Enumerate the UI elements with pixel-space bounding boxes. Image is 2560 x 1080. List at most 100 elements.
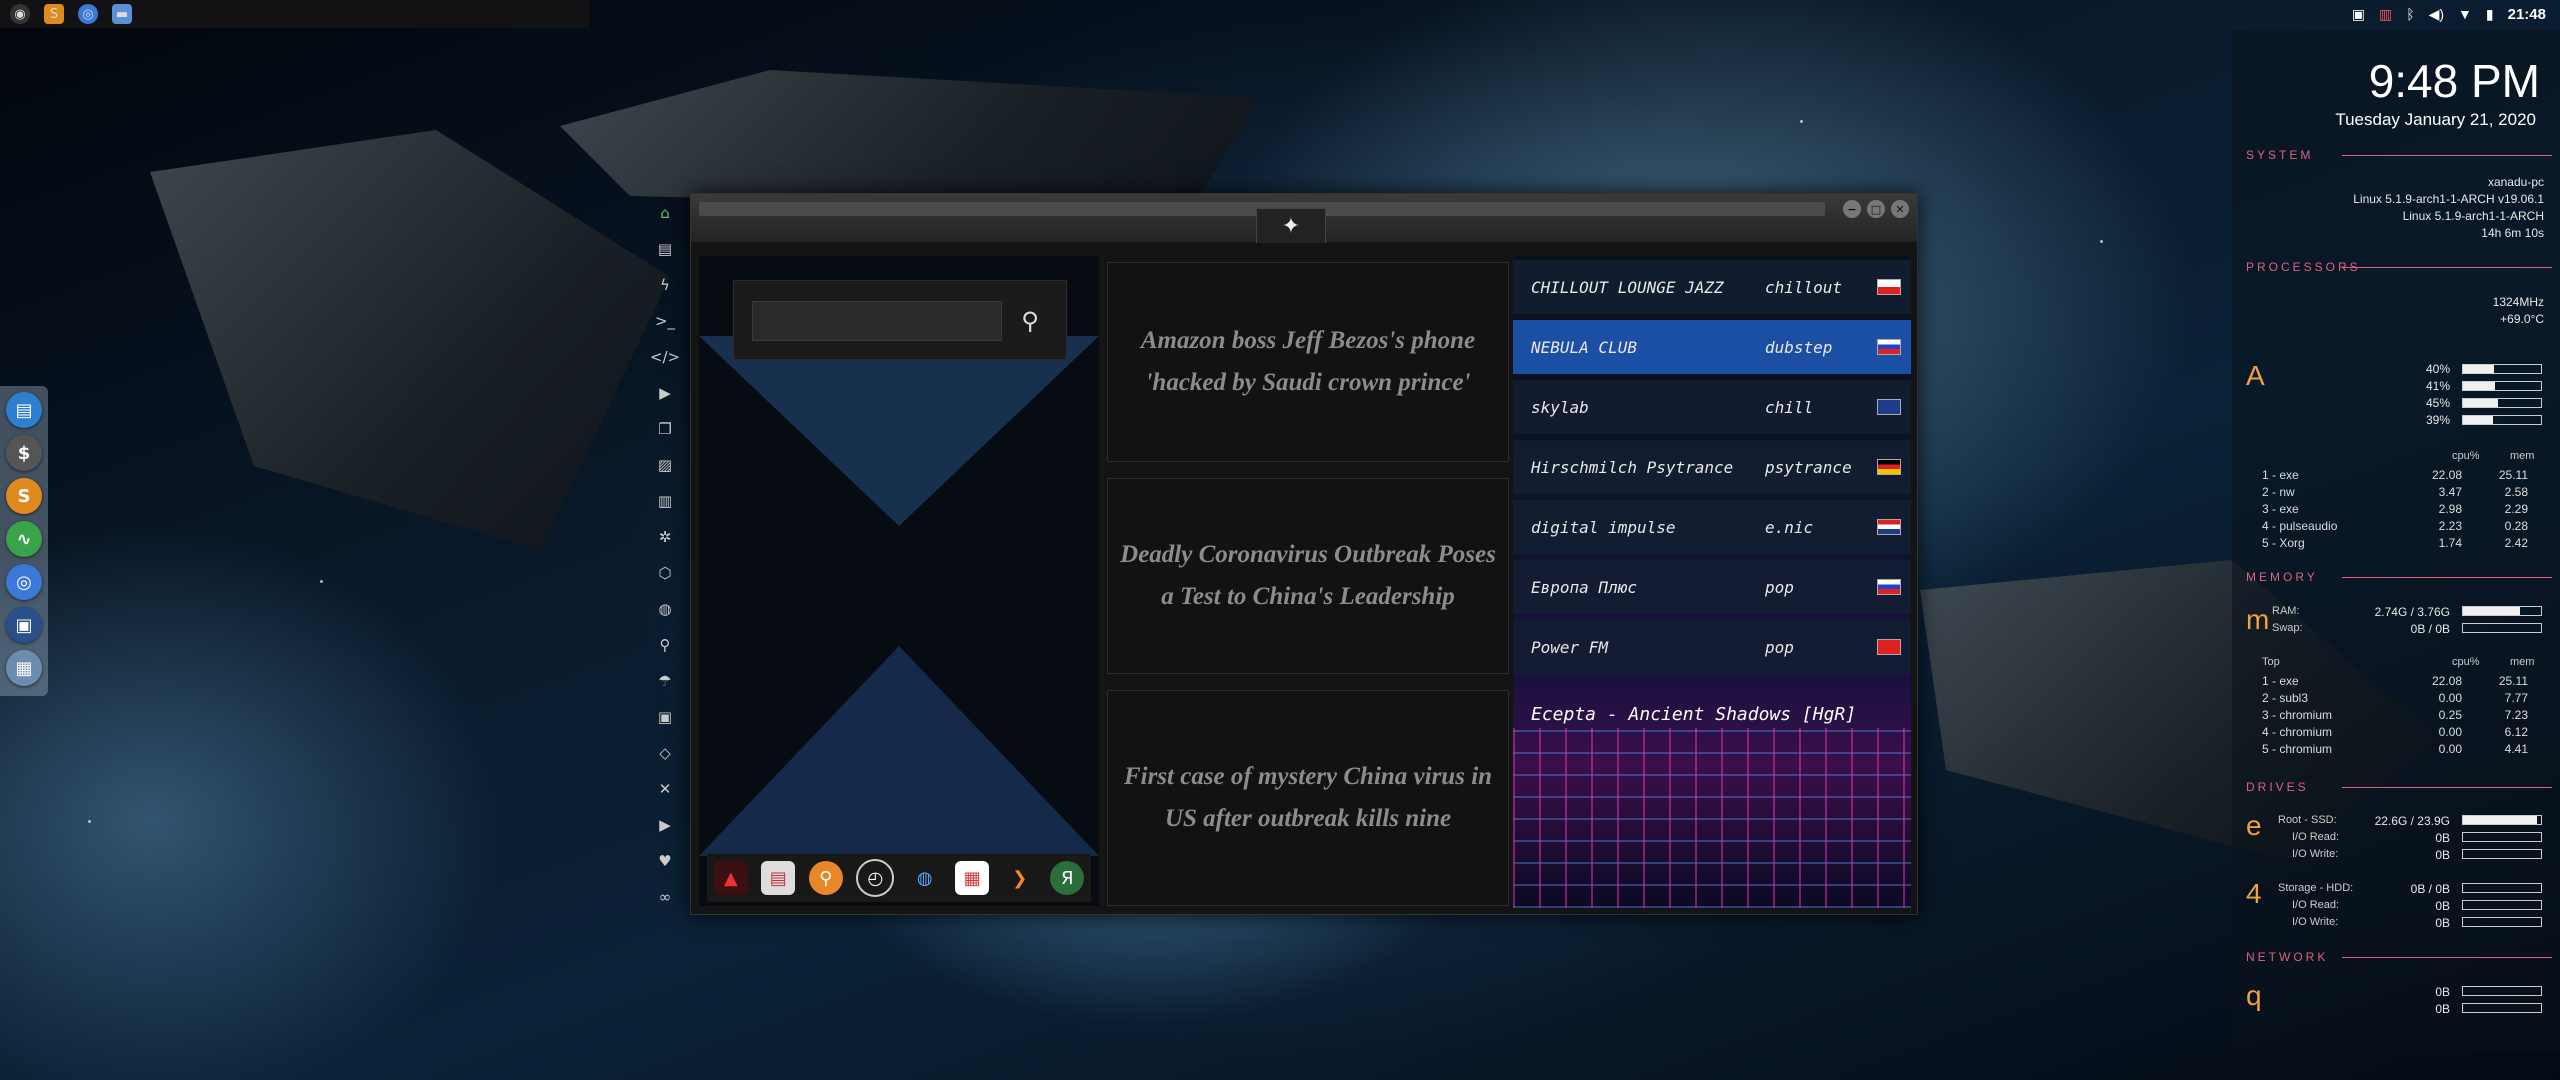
battery-warning-icon[interactable]: ▥ <box>2379 6 2392 23</box>
news-card-3[interactable]: First case of mystery China virus in US … <box>1107 690 1509 906</box>
chromium-icon[interactable]: ◎ <box>6 564 42 600</box>
dev-icon[interactable]: ◇ <box>654 740 676 766</box>
news-card-1[interactable]: Amazon boss Jeff Bezos's phone 'hacked b… <box>1107 262 1509 462</box>
yandex-icon[interactable]: Я <box>1050 861 1085 895</box>
wallpaper-ship-left <box>150 130 670 550</box>
search-box: ⚲ <box>733 280 1067 360</box>
bluetooth-icon[interactable]: ᛒ <box>2406 6 2414 22</box>
umbrella-icon[interactable]: ☂ <box>654 668 676 694</box>
flag-ru-icon <box>1877 579 1901 595</box>
section-memory: MEMORY <box>2246 570 2318 584</box>
expand-icon[interactable]: ✕ <box>654 776 676 802</box>
document-icon[interactable]: ▤ <box>654 236 676 262</box>
image-icon[interactable]: ▨ <box>654 452 676 478</box>
cpu-frequency: 1324MHz <box>2492 295 2544 309</box>
home-icon[interactable]: ⌂ <box>654 200 676 226</box>
close-button[interactable]: ✕ <box>1891 200 1909 218</box>
battery-icon[interactable]: ▮ <box>2486 6 2494 23</box>
section-system: SYSTEM <box>2246 148 2314 162</box>
network-glyph: q <box>2246 980 2262 1011</box>
files-icon[interactable]: ▬ <box>112 4 132 24</box>
ram-bar <box>2462 606 2542 616</box>
terminal-icon[interactable]: >_ <box>654 308 676 334</box>
screenshot-icon[interactable]: ▣ <box>2352 6 2365 23</box>
screenshot-icon[interactable]: ▣ <box>6 607 42 643</box>
kernel: Linux 5.1.9-arch1-1-ARCH <box>2402 209 2544 223</box>
globe-icon[interactable]: ◍ <box>654 596 676 622</box>
hostname: xanadu-pc <box>2487 175 2544 189</box>
menu-icon[interactable]: ◉ <box>10 4 30 24</box>
sublime-icon[interactable]: S <box>44 4 64 24</box>
app-launcher-bar: ▲ ▤ ⚲ ◴ ◍ ▦ ❯ Я <box>707 854 1091 902</box>
storage-usage: 0B / 0B <box>2410 882 2450 896</box>
search-icon[interactable]: ⚲ <box>654 632 676 658</box>
heart-icon[interactable]: ♥ <box>654 848 676 874</box>
core-bar <box>2462 381 2542 391</box>
core-bar <box>2462 398 2542 408</box>
system-monitor-icon[interactable]: ∿ <box>6 521 42 557</box>
search-pane: ⚲ ▲ ▤ ⚲ ◴ ◍ ▦ ❯ Я <box>699 256 1099 906</box>
station-row[interactable]: skylab chill <box>1513 380 1911 434</box>
flash-icon[interactable]: ϟ <box>654 272 676 298</box>
station-row[interactable]: digital impulse e.nic <box>1513 500 1911 554</box>
station-row[interactable]: Европа Плюс pop <box>1513 560 1911 614</box>
rebel-emblem-icon: ✦ <box>1256 208 1326 243</box>
arrow-icon[interactable]: ❯ <box>1003 861 1037 895</box>
flag-ru-icon <box>1877 339 1901 355</box>
station-row[interactable]: CHILLOUT LOUNGE JAZZ chillout <box>1513 260 1911 314</box>
hexagon-icon[interactable]: ⬡ <box>654 560 676 586</box>
now-playing: Ecepta - Ancient Shadows [HgR] <box>1531 704 1857 725</box>
minimize-button[interactable]: − <box>1843 200 1861 218</box>
decor-triangle-top <box>699 336 1099 526</box>
link-icon[interactable]: ∞ <box>654 884 676 910</box>
maximize-button[interactable]: □ <box>1867 200 1885 218</box>
synthwave-grid <box>1513 728 1911 908</box>
root-glyph: e <box>2246 810 2262 841</box>
chromium-icon[interactable]: ◎ <box>78 4 98 24</box>
system-tray: ▣ ▥ ᛒ ◀) ▼ ▮ 21:48 <box>2352 0 2560 28</box>
files-icon[interactable]: ▤ <box>6 392 42 428</box>
ram-usage: 2.74G / 3.76G <box>2374 605 2450 619</box>
flag-hr-icon <box>1877 519 1901 535</box>
panel-clock[interactable]: 21:48 <box>2508 6 2546 23</box>
search-icon[interactable]: ⚲ <box>1010 301 1050 341</box>
browser-icon[interactable]: ◍ <box>908 861 942 895</box>
play-icon[interactable]: ▶ <box>654 380 676 406</box>
search-app-icon[interactable]: ⚲ <box>808 861 843 895</box>
station-row[interactable]: Power FM pop <box>1513 620 1911 674</box>
settings-icon[interactable]: ✲ <box>654 524 676 550</box>
news-icon[interactable]: ▥ <box>654 488 676 514</box>
planner-icon[interactable]: ▦ <box>955 861 990 895</box>
titlebar[interactable]: ✦ − □ ✕ <box>691 194 1917 243</box>
search-input[interactable] <box>752 301 1002 341</box>
wifi-icon[interactable]: ▼ <box>2458 6 2472 22</box>
arch-icon[interactable]: ▲ <box>713 861 748 895</box>
youtube-icon[interactable]: ▶ <box>654 812 676 838</box>
decor-triangle-bottom <box>699 646 1099 856</box>
swap-bar <box>2462 623 2542 633</box>
kernel-version: Linux 5.1.9-arch1-1-ARCH v19.06.1 <box>2353 192 2544 206</box>
app-window: ✦ − □ ✕ ⚲ ▲ ▤ ⚲ ◴ ◍ ▦ ❯ Я Amazon boss Je… <box>690 193 1918 915</box>
core-bar <box>2462 364 2542 374</box>
left-dock: ▤ $ S ∿ ◎ ▣ ▦ <box>0 386 48 696</box>
conky-clock: 9:48 PM <box>2368 55 2540 107</box>
contact-icon[interactable]: ▣ <box>654 704 676 730</box>
calendar-icon[interactable]: ▤ <box>761 861 796 895</box>
volume-icon[interactable]: ◀) <box>2429 6 2444 23</box>
memory-glyph: m <box>2246 604 2270 635</box>
grid-icon[interactable]: ▦ <box>6 650 42 686</box>
cpu-temp: +69.0°C <box>2500 312 2544 326</box>
news-card-2[interactable]: Deadly Coronavirus Outbreak Poses a Test… <box>1107 478 1509 674</box>
terminal-icon[interactable]: $ <box>6 435 42 471</box>
top-panel: ◉ S ◎ ▬ <box>0 0 590 28</box>
station-row[interactable]: Hirschmilch Psytrance psytrance <box>1513 440 1911 494</box>
station-row-selected[interactable]: NEBULA CLUB dubstep <box>1513 320 1911 374</box>
section-network: NETWORK <box>2246 950 2329 964</box>
flag-pl-icon <box>1877 279 1901 295</box>
sublime-icon[interactable]: S <box>6 478 42 514</box>
code-icon[interactable]: </> <box>650 344 680 370</box>
clock-icon[interactable]: ◴ <box>856 859 895 897</box>
copy-icon[interactable]: ❐ <box>654 416 676 442</box>
cpu-glyph: A <box>2246 360 2265 391</box>
storage-glyph: 4 <box>2246 878 2262 909</box>
